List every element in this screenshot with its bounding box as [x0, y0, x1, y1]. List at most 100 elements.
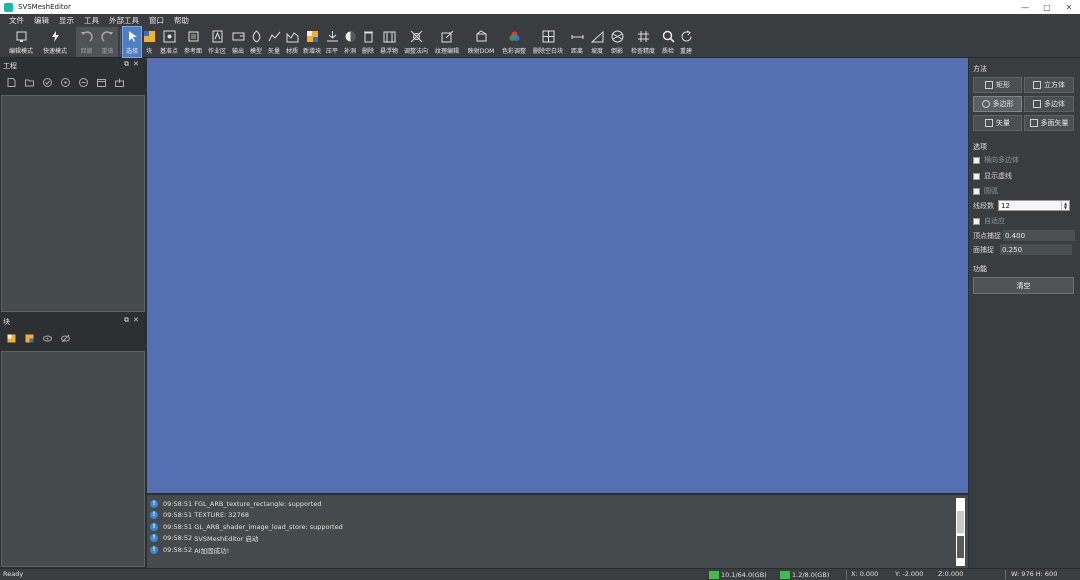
quick-mode-button[interactable]: 快速模式	[38, 27, 72, 57]
block-edit-icon[interactable]	[24, 333, 34, 343]
cube-icon	[1033, 81, 1041, 89]
reference-plane-icon	[186, 29, 200, 43]
check-precision-button[interactable]: 检查精度	[627, 27, 659, 57]
vector-button[interactable]: 矢量	[265, 27, 283, 57]
delete-empty-block-icon	[541, 29, 555, 43]
eye-icon[interactable]	[42, 333, 52, 343]
method-section-title: 方法	[973, 65, 987, 73]
remove-circle-icon[interactable]	[78, 77, 88, 87]
multi-vector-method-button[interactable]: 多面矢量	[1024, 115, 1074, 131]
app-logo-icon	[4, 2, 13, 12]
edit-mode-button[interactable]: 编辑模式	[4, 27, 38, 57]
info-circle-icon[interactable]	[60, 77, 70, 87]
lightning-icon	[48, 29, 62, 43]
adaptive-checkbox[interactable]: 自适应	[973, 216, 1005, 226]
menu-bar: 文件 编辑 显示 工具 外部工具 窗口 帮助	[0, 14, 1080, 27]
delete-button[interactable]: 删除	[359, 27, 377, 57]
info-icon: !	[150, 545, 158, 554]
project-tree[interactable]	[1, 95, 145, 312]
reference-plane-button[interactable]: 参考面	[181, 27, 205, 57]
material-icon	[285, 29, 299, 43]
menu-edit[interactable]: 编辑	[29, 15, 54, 26]
float-panel-button[interactable]: ⧉	[124, 60, 129, 69]
status-bar: Ready 10.1/64.0(GB) 1.2/8.0(GB) X: 0.000…	[0, 568, 1080, 580]
vertex-snap-field[interactable]: 0.400	[1003, 230, 1075, 241]
output-button[interactable]: 输出	[229, 27, 247, 57]
fill-hole-button[interactable]: 补洞	[341, 27, 359, 57]
material-button[interactable]: 材质	[283, 27, 301, 57]
float-panel-button[interactable]: ⧉	[124, 316, 129, 325]
add-block-button[interactable]: 新增块	[301, 27, 323, 57]
undo-button[interactable]: 回撤	[76, 27, 97, 57]
vertex-snap-row: 顶点捕捉 0.400	[973, 230, 1075, 241]
map-dom-button[interactable]: 映射DOM	[463, 27, 499, 57]
export-icon[interactable]	[114, 77, 124, 87]
scrollbar-thumb[interactable]	[957, 511, 964, 533]
show-dashed-checkbox[interactable]: 显示虚线	[973, 171, 1012, 181]
rebuild-icon	[679, 29, 693, 43]
log-scrollbar[interactable]	[956, 498, 965, 566]
horizontal-polyhedron-checkbox[interactable]: 横向多边体	[973, 155, 1019, 165]
distance-button[interactable]: 距离	[567, 27, 587, 57]
menu-file[interactable]: 文件	[4, 15, 29, 26]
flatten-button[interactable]: 压平	[323, 27, 341, 57]
polyhedron-method-button[interactable]: 多边体	[1024, 96, 1074, 112]
3d-viewport[interactable]	[147, 58, 968, 493]
work-area-button[interactable]: 作业区	[205, 27, 229, 57]
menu-help[interactable]: 帮助	[169, 15, 194, 26]
calendar-icon[interactable]	[96, 77, 106, 87]
clear-button[interactable]: 清空	[973, 277, 1074, 294]
output-icon	[231, 29, 245, 43]
redo-button[interactable]: 重做	[97, 27, 118, 57]
slope-button[interactable]: 坡度	[587, 27, 607, 57]
reflection-button[interactable]: 倒影	[607, 27, 627, 57]
close-panel-button[interactable]: ✕	[133, 316, 139, 325]
vector-method-button[interactable]: 矢量	[973, 115, 1022, 131]
segments-spinbox[interactable]: 12 ▲ ▼	[998, 200, 1070, 211]
cpu-memory-indicator: 10.1/64.0(GB)	[709, 570, 767, 579]
log-line: ! 09:58:51 GL_ARB_shader_image_load_stor…	[150, 521, 343, 532]
redo-icon	[101, 29, 115, 43]
minimize-button[interactable]: —	[1014, 0, 1036, 14]
block-tool-button[interactable]: 块	[141, 27, 157, 57]
color-adjust-button[interactable]: 色彩调整	[499, 27, 529, 57]
face-snap-field[interactable]: 0.250	[1000, 244, 1072, 255]
menu-view[interactable]: 显示	[54, 15, 79, 26]
new-file-icon[interactable]	[6, 77, 16, 87]
edit-mode-icon	[14, 29, 28, 43]
memory-bar-icon	[780, 570, 790, 579]
model-icon	[249, 29, 263, 43]
title-bar: SVSMeshEditor — ▢ ✕	[0, 0, 1080, 14]
block-list[interactable]	[1, 351, 145, 567]
floating-object-button[interactable]: 悬浮物	[377, 27, 401, 57]
eye-hidden-icon[interactable]	[60, 333, 70, 343]
normal-adjust-button[interactable]: 调整法向	[401, 27, 431, 57]
distance-icon	[570, 29, 584, 43]
viewport-size: W: 976 H: 600	[1011, 570, 1058, 578]
close-panel-button[interactable]: ✕	[133, 60, 139, 69]
menu-window[interactable]: 窗口	[144, 15, 169, 26]
open-folder-icon[interactable]	[24, 77, 34, 87]
inspect-button[interactable]: 质检	[659, 27, 677, 57]
scrollbar-track[interactable]	[957, 536, 964, 558]
select-tool-button[interactable]: 选择	[122, 26, 142, 58]
maximize-button[interactable]: ▢	[1036, 0, 1058, 14]
normal-adjust-icon	[409, 29, 423, 43]
rebuild-button[interactable]: 重建	[677, 27, 695, 57]
spin-arrows-icon[interactable]: ▲ ▼	[1061, 201, 1069, 210]
cube-method-button[interactable]: 立方体	[1024, 77, 1074, 93]
polygon-method-button[interactable]: 多边形	[973, 96, 1022, 112]
block-add-icon[interactable]	[6, 333, 16, 343]
arc-checkbox[interactable]: 圆弧	[973, 186, 998, 196]
menu-tools[interactable]: 工具	[79, 15, 104, 26]
close-window-button[interactable]: ✕	[1058, 0, 1080, 14]
delete-empty-block-button[interactable]: 删除空白块	[529, 27, 567, 57]
model-button[interactable]: 模型	[247, 27, 265, 57]
properties-panel: 方法 矩形 立方体 多边形 多边体 矢量 多面矢量 选项 横向多边体 显示虚线 …	[969, 58, 1080, 568]
rectangle-method-button[interactable]: 矩形	[973, 77, 1022, 93]
texture-edit-button[interactable]: 纹理编辑	[431, 27, 463, 57]
datum-point-button[interactable]: 基准点	[157, 27, 181, 57]
toolbar-separator	[120, 29, 121, 55]
menu-external-tools[interactable]: 外部工具	[104, 15, 144, 26]
check-icon[interactable]	[42, 77, 52, 87]
